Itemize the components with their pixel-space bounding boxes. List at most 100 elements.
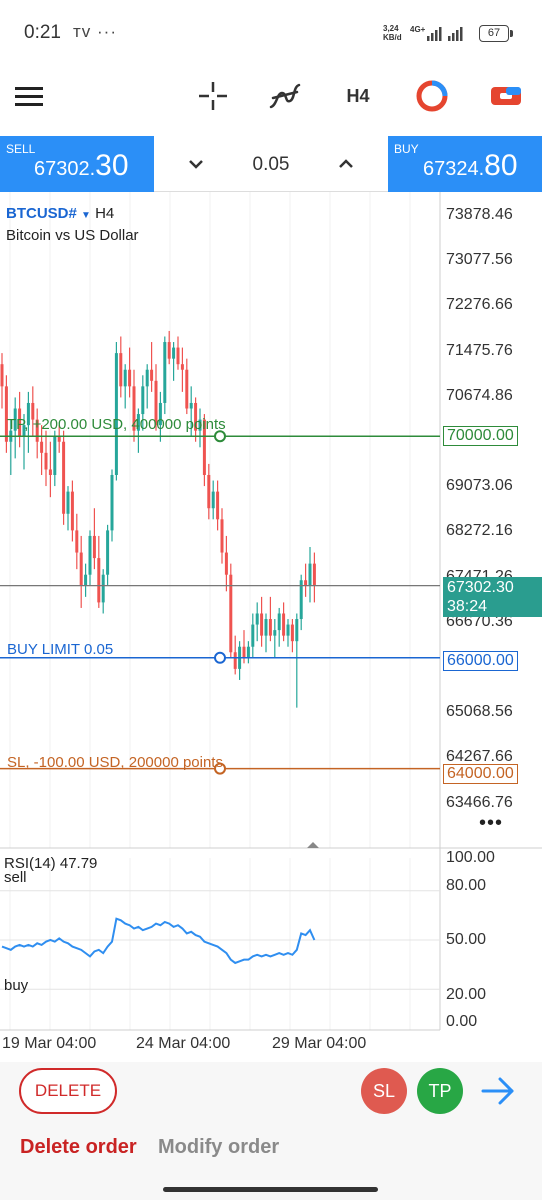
time-tick-label: 19 Mar 04:00: [2, 1035, 97, 1052]
buy-label: BUY: [394, 142, 419, 156]
candle-body: [185, 369, 189, 409]
chevron-down-icon[interactable]: [182, 150, 210, 178]
more-options-icon[interactable]: •••: [479, 812, 503, 835]
time-tick-label: 24 Mar 04:00: [136, 1035, 231, 1052]
price-tick-label: 65068.56: [446, 703, 513, 721]
sell-button[interactable]: SELL 67302.30: [0, 136, 154, 192]
candle-body: [88, 535, 92, 575]
candle-body: [260, 613, 264, 636]
sl-line-label[interactable]: SL, -100.00 USD, 200000 points: [7, 754, 223, 771]
svg-text:4G+: 4G+: [410, 25, 426, 34]
candle-body: [167, 342, 171, 359]
candle-body: [106, 530, 110, 575]
price-tick-label: 71475.76: [446, 341, 513, 359]
candle-body: [242, 646, 246, 658]
tp-price-tag: 70000.00: [443, 426, 518, 446]
buy-limit-drag-handle: [214, 651, 226, 664]
chart-type-icon[interactable]: [414, 66, 450, 126]
candle-body: [172, 347, 176, 359]
candle-body: [92, 535, 96, 559]
price-tick-label: 73077.56: [446, 251, 513, 269]
sell-label: SELL: [6, 142, 36, 156]
crosshair-icon[interactable]: [196, 66, 230, 126]
candle-body: [48, 469, 52, 475]
rsi-tick-label: 20.00: [446, 986, 487, 1003]
candle-body: [163, 342, 167, 403]
candle-body: [123, 369, 127, 387]
signal-icon: 4G+: [410, 25, 463, 41]
candle-body: [264, 619, 268, 636]
battery-tip: [510, 30, 513, 37]
candle-body: [79, 552, 83, 586]
candle-body: [304, 580, 308, 586]
current-price: 67302.30: [447, 579, 514, 596]
buy-limit-price-tag: 66000.00: [443, 651, 518, 671]
symbol-dropdown-icon[interactable]: ▼: [81, 210, 91, 221]
candle-body: [70, 491, 74, 531]
menu-icon[interactable]: [12, 66, 46, 126]
network-speed: 3,24 KB/d: [383, 24, 402, 42]
tab-delete-order[interactable]: Delete order: [20, 1136, 137, 1159]
candle-body: [53, 436, 57, 475]
candle-body: [207, 474, 211, 509]
bar-countdown: 38:24: [447, 598, 488, 615]
notification-icons: ᴛᴠ ···: [73, 22, 117, 41]
one-click-trade-panel: SELL 67302.30 0.05 BUY 67324.80: [0, 136, 542, 192]
indicators-icon[interactable]: [268, 66, 302, 126]
candle-body: [75, 530, 79, 553]
candle-body: [268, 619, 272, 636]
sell-price: 67302.30: [34, 149, 129, 182]
symbol-header[interactable]: BTCUSD# ▼ H4: [6, 205, 114, 222]
candle-body: [273, 630, 277, 636]
delete-button[interactable]: DELETE: [19, 1068, 117, 1114]
buy-limit-line-label[interactable]: BUY LIMIT 0.05: [7, 641, 113, 658]
candle-body: [290, 624, 294, 642]
candle-body: [286, 624, 290, 636]
sl-button[interactable]: SL: [361, 1068, 407, 1114]
candle-body: [251, 624, 255, 647]
tp-button[interactable]: TP: [417, 1068, 463, 1114]
candle-body: [233, 652, 237, 669]
candle-body: [255, 613, 259, 625]
candle-body: [220, 519, 224, 553]
rsi-tick-label: 100.00: [446, 849, 495, 866]
price-tick-label: 73878.46: [446, 206, 513, 223]
rsi-buy-label: buy: [4, 977, 29, 994]
trade-icon[interactable]: [488, 66, 524, 126]
price-tick-label: 63466.76: [446, 793, 513, 811]
candle-body: [312, 563, 316, 586]
candle-body: [180, 364, 184, 370]
candle-body: [101, 574, 105, 603]
candle-body: [44, 452, 48, 470]
pane-resize-handle: [307, 842, 319, 848]
candle-body: [128, 369, 132, 387]
status-time: 0:21: [24, 22, 61, 43]
buy-button[interactable]: BUY 67324.80: [388, 136, 542, 192]
symbol-name: BTCUSD#: [6, 205, 77, 222]
battery-icon: 67: [479, 25, 509, 42]
candle-body: [57, 436, 61, 442]
candle-body: [114, 353, 118, 475]
price-tick-label: 69073.06: [446, 477, 513, 495]
candle-body: [211, 491, 215, 509]
arrow-right-icon[interactable]: [480, 1074, 516, 1113]
candle-body: [295, 619, 299, 642]
tp-line-label[interactable]: TP, +200.00 USD, 400000 points: [7, 416, 226, 433]
time-tick-label: 29 Mar 04:00: [272, 1035, 367, 1052]
candle-body: [0, 364, 4, 387]
price-tick-label: 68272.16: [446, 522, 513, 540]
status-bar: 0:21 ᴛᴠ ··· 3,24 KB/d 4G+ 67: [0, 0, 542, 66]
home-indicator[interactable]: [163, 1187, 378, 1192]
symbol-timeframe: H4: [95, 205, 115, 222]
candle-body: [224, 552, 228, 575]
candle-body: [277, 613, 281, 631]
current-price-tag: 67302.30 38:24: [443, 577, 542, 617]
volume-value[interactable]: 0.05: [234, 154, 308, 176]
volume-control: 0.05: [154, 136, 388, 192]
chevron-up-icon[interactable]: [332, 150, 360, 178]
candle-body: [216, 491, 220, 520]
buy-price: 67324.80: [423, 149, 518, 182]
timeframe-button[interactable]: H4: [340, 66, 376, 126]
tab-modify-order[interactable]: Modify order: [158, 1136, 279, 1159]
candle-body: [145, 369, 149, 387]
